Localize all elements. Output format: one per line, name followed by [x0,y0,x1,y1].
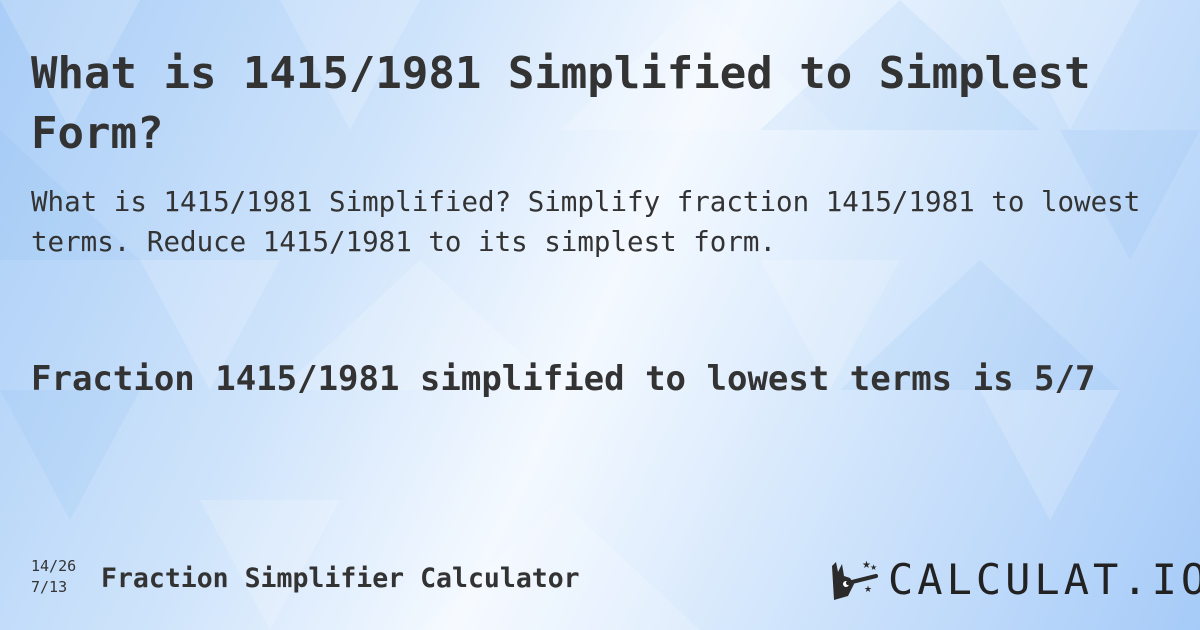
answer-statement: Fraction 1415/1981 simplified to lowest … [31,359,1096,399]
magic-wand-hand-icon: ★ ★ ★ [832,560,878,600]
svg-text:★: ★ [864,585,872,595]
page-title: What is 1415/1981 Simplified to Simplest… [31,48,1091,159]
calculator-name: Fraction Simplifier Calculator [101,563,580,594]
fraction-example: 14/26 7/13 [31,556,76,598]
logo-text: CALCULAT.IO [888,555,1200,604]
calculat-io-logo[interactable]: ★ ★ ★ CALCULAT.IO [828,556,1200,604]
example-fraction-bottom: 7/13 [31,578,68,596]
example-fraction-top: 14/26 [31,557,77,575]
svg-text:★: ★ [870,563,877,572]
page-description: What is 1415/1981 Simplified? Simplify f… [31,186,1141,258]
